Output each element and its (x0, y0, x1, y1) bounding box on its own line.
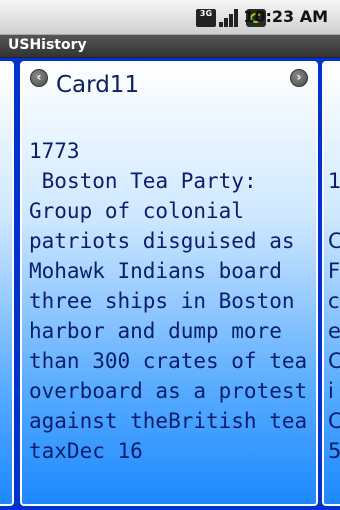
peek-line: 1 (328, 169, 340, 193)
card-year: 1773 (29, 139, 80, 163)
peek-line: F (328, 259, 340, 283)
peek-line: C (328, 229, 340, 253)
peek-line: 5 (328, 439, 340, 463)
peek-line: i (328, 379, 334, 403)
peek-line: e (328, 319, 340, 343)
app-title: USHistory (8, 37, 87, 53)
next-card[interactable]: 1 C F c e C i C 5 (322, 61, 340, 506)
previous-card[interactable] (0, 61, 14, 506)
signal-strength-icon (219, 9, 241, 27)
peek-line: C (328, 349, 340, 373)
title-bar: USHistory (0, 35, 340, 58)
previous-card-button[interactable]: ‹ (30, 69, 48, 87)
next-card-button[interactable]: › (290, 69, 308, 87)
network-3g-icon: 3G (196, 9, 216, 27)
next-card-text: 1 C F c e C i C 5 (328, 136, 340, 466)
status-time: 10:23 AM (243, 7, 328, 26)
status-bar: 3G 10:23 AM (0, 0, 340, 35)
card-title: Card11 (56, 72, 140, 98)
card-body: 1773 Boston Tea Party: Group of colonial… (29, 136, 319, 466)
peek-line: c (328, 289, 340, 313)
card-carousel[interactable]: ‹ Card11 › 1773 Boston Tea Party: Group … (0, 58, 340, 510)
peek-line: C (328, 409, 340, 433)
current-card[interactable]: ‹ Card11 › 1773 Boston Tea Party: Group … (20, 61, 318, 506)
card-text: Boston Tea Party: Group of colonial patr… (29, 169, 308, 463)
